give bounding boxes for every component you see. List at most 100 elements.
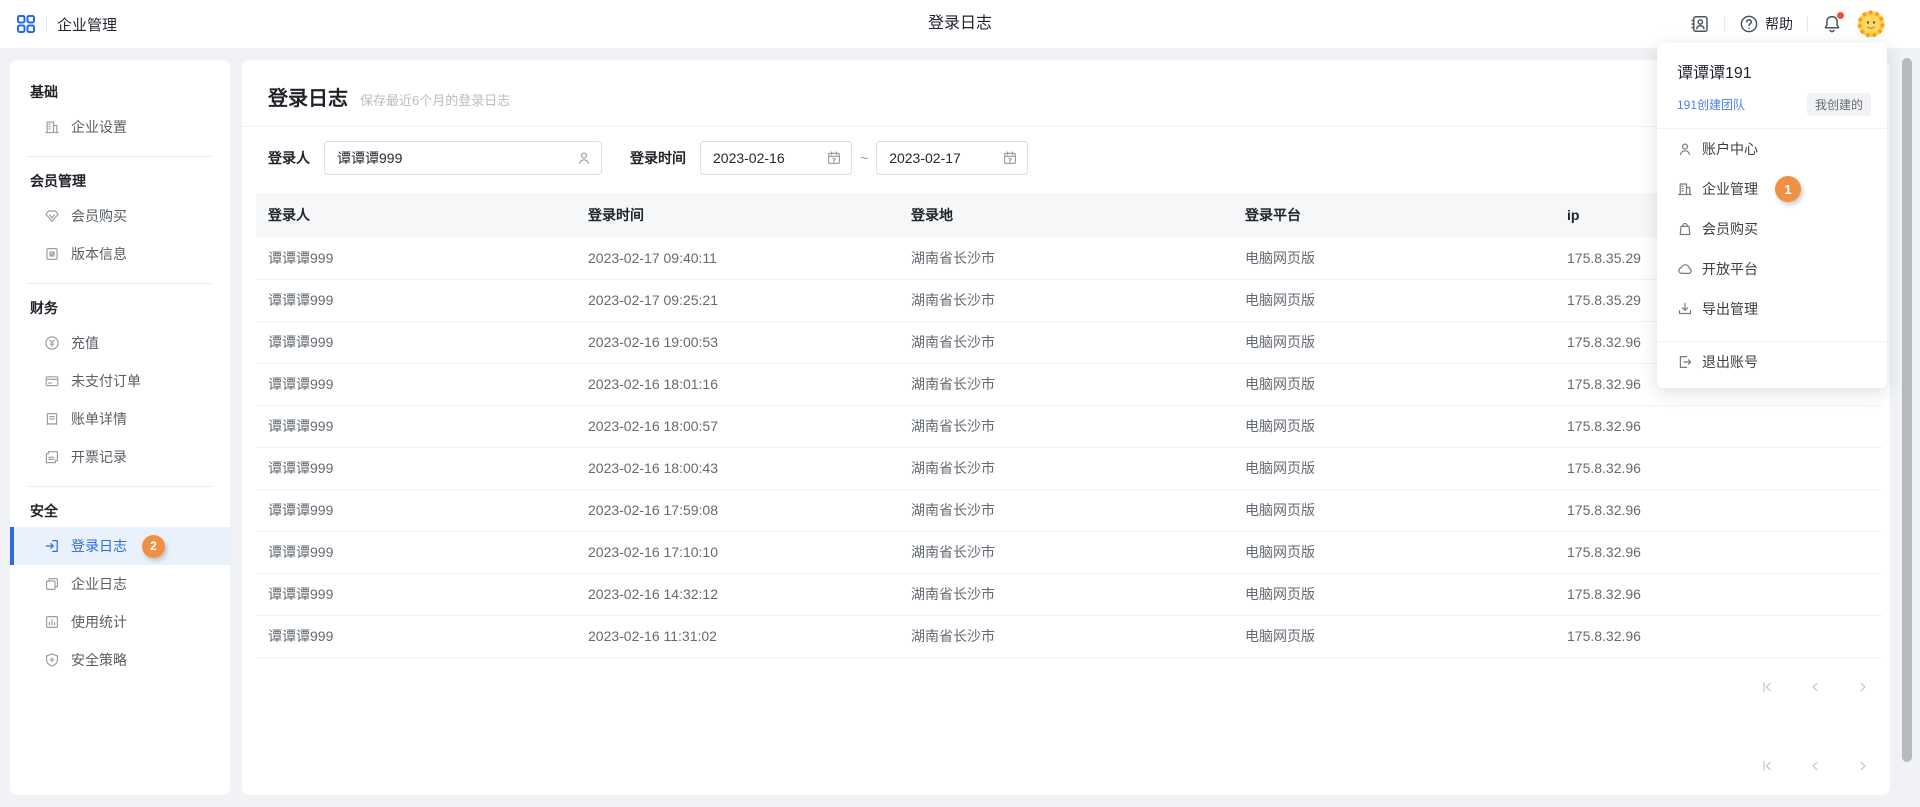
download-icon [1677,301,1693,317]
table-cell: 2023-02-16 18:00:57 [576,405,899,447]
sidebar-item-security-policy[interactable]: 安全策略 [10,641,230,679]
user-menu-item-label: 导出管理 [1702,299,1758,319]
main-card: 登录日志 保存最近6个月的登录日志 登录人 登录时间 ~ [242,60,1890,795]
cloud-icon [1677,261,1693,277]
app-window: 企业管理 登录日志 帮助 [0,0,1920,807]
table-cell: 谭谭谭999 [256,489,576,531]
user-dropdown-menu: 谭谭谭191 191创建团队 我创建的 账户中心企业管理1会员购买开放平台导出管… [1657,43,1887,388]
user-name: 谭谭谭191 [1657,59,1887,83]
table-cell: 电脑网页版 [1233,405,1555,447]
table-cell: 电脑网页版 [1233,447,1555,489]
user-menu-item-building[interactable]: 企业管理1 [1657,169,1887,209]
topbar-divider [46,17,47,31]
date-from-input[interactable] [700,141,852,175]
table-header-row: 登录人登录时间登录地登录平台ip [256,193,1882,237]
table-cell: 175.8.32.96 [1555,531,1882,573]
next-page-button[interactable] [1856,680,1870,694]
bag-icon [1677,221,1693,237]
first-page-button[interactable] [1760,759,1774,773]
next-page-button[interactable] [1856,759,1870,773]
sidebar-item-unpaid-order[interactable]: 未支付订单 [10,362,230,400]
notifications-button[interactable] [1822,14,1842,34]
pagination-bottom [242,751,1890,781]
table-cell: 谭谭谭999 [256,405,576,447]
user-menu-item-label: 账户中心 [1702,139,1758,159]
sidebar-item-usage-stats[interactable]: 使用统计 [10,603,230,641]
sidebar-item-diamond[interactable]: 会员购买 [10,197,230,235]
user-menu-item-user[interactable]: 账户中心 [1657,129,1887,169]
sidebar-item-version-info[interactable]: 版本信息 [10,235,230,273]
recharge-yuan-icon [44,335,60,351]
table-row: 谭谭谭9992023-02-16 18:00:43湖南省长沙市电脑网页版175.… [256,447,1882,489]
sidebar-item-login-log[interactable]: 登录日志 2 [10,527,230,565]
enterprise-log-icon [44,576,60,592]
previous-page-button[interactable] [1808,759,1822,773]
table-cell: 2023-02-16 17:59:08 [576,489,899,531]
table-cell: 谭谭谭999 [256,363,576,405]
table-cell: 湖南省长沙市 [899,447,1233,489]
table-cell: 2023-02-16 18:01:16 [576,363,899,405]
user-menu-item-label: 退出账号 [1702,352,1758,372]
building-icon [1677,181,1693,197]
user-icon [1677,141,1693,157]
table-row: 谭谭谭9992023-02-16 19:00:53湖南省长沙市电脑网页版175.… [256,321,1882,363]
login-person-input[interactable] [324,141,602,175]
vertical-scrollbar[interactable] [1902,58,1912,762]
sidebar-item-recharge-yuan[interactable]: 充值 [10,324,230,362]
user-menu-item-bag[interactable]: 会员购买 [1657,209,1887,249]
table-row: 谭谭谭9992023-02-16 18:00:57湖南省长沙市电脑网页版175.… [256,405,1882,447]
table-cell: 175.8.32.96 [1555,447,1882,489]
table-cell: 湖南省长沙市 [899,237,1233,279]
table-row: 谭谭谭9992023-02-17 09:40:11湖南省长沙市电脑网页版175.… [256,237,1882,279]
sidebar-item-building[interactable]: 企业设置 [10,108,230,146]
filter-bar: 登录人 登录时间 ~ [268,141,1864,175]
date-to-input[interactable] [876,141,1028,175]
sidebar-item-invoice-record[interactable]: 开票记录 [10,438,230,476]
previous-page-button[interactable] [1808,680,1822,694]
sidebar-item-bill-detail[interactable]: 账单详情 [10,400,230,438]
user-menu-item-label: 开放平台 [1702,259,1758,279]
app-title: 企业管理 [57,14,117,35]
sidebar-item-label: 未支付订单 [71,371,141,391]
sidebar-item-enterprise-log[interactable]: 企业日志 [10,565,230,603]
first-page-button[interactable] [1760,680,1774,694]
sidebar-item-label: 账单详情 [71,409,127,429]
unpaid-order-icon [44,373,60,389]
sidebar: 基础企业设置会员管理会员购买版本信息财务充值未支付订单账单详情开票记录安全登录日… [10,60,230,795]
invoice-record-icon [44,449,60,465]
sidebar-item-label: 企业设置 [71,117,127,137]
sidebar-item-label: 开票记录 [71,447,127,467]
table-cell: 175.8.32.96 [1555,489,1882,531]
user-avatar[interactable] [1856,9,1886,39]
login-log-table: 登录人登录时间登录地登录平台ip 谭谭谭9992023-02-17 09:40:… [256,193,1882,658]
table-cell: 谭谭谭999 [256,447,576,489]
sidebar-item-label: 版本信息 [71,244,127,264]
column-header: 登录人 [256,193,576,237]
team-link[interactable]: 191创建团队 [1677,96,1745,113]
page-subtitle: 保存最近6个月的登录日志 [360,90,510,109]
help-button[interactable]: 帮助 [1739,14,1793,34]
table-row: 谭谭谭9992023-02-17 09:25:21湖南省长沙市电脑网页版175.… [256,279,1882,321]
user-menu-item-download[interactable]: 导出管理 [1657,289,1887,329]
table-cell: 2023-02-17 09:40:11 [576,237,899,279]
table-cell: 谭谭谭999 [256,237,576,279]
logout-icon [1677,354,1693,370]
table-cell: 电脑网页版 [1233,237,1555,279]
table-cell: 湖南省长沙市 [899,363,1233,405]
table-cell: 电脑网页版 [1233,363,1555,405]
topbar-left: 企业管理 [16,14,117,35]
table-row: 谭谭谭9992023-02-16 17:59:08湖南省长沙市电脑网页版175.… [256,489,1882,531]
unread-count-badge: 2 [142,535,165,558]
sidebar-group-title: 财务 [30,298,212,318]
table-row: 谭谭谭9992023-02-16 18:01:16湖南省长沙市电脑网页版175.… [256,363,1882,405]
table-cell: 电脑网页版 [1233,279,1555,321]
contacts-icon[interactable] [1690,14,1710,34]
bill-detail-icon [44,411,60,427]
user-menu-item-cloud[interactable]: 开放平台 [1657,249,1887,289]
user-menu-item-logout[interactable]: 退出账号 [1657,342,1887,382]
table-cell: 电脑网页版 [1233,531,1555,573]
sidebar-item-label: 企业日志 [71,574,127,594]
user-menu-item-label: 企业管理 [1702,179,1758,199]
sidebar-item-label: 登录日志 [71,536,127,556]
apps-grid-icon[interactable] [16,14,36,34]
